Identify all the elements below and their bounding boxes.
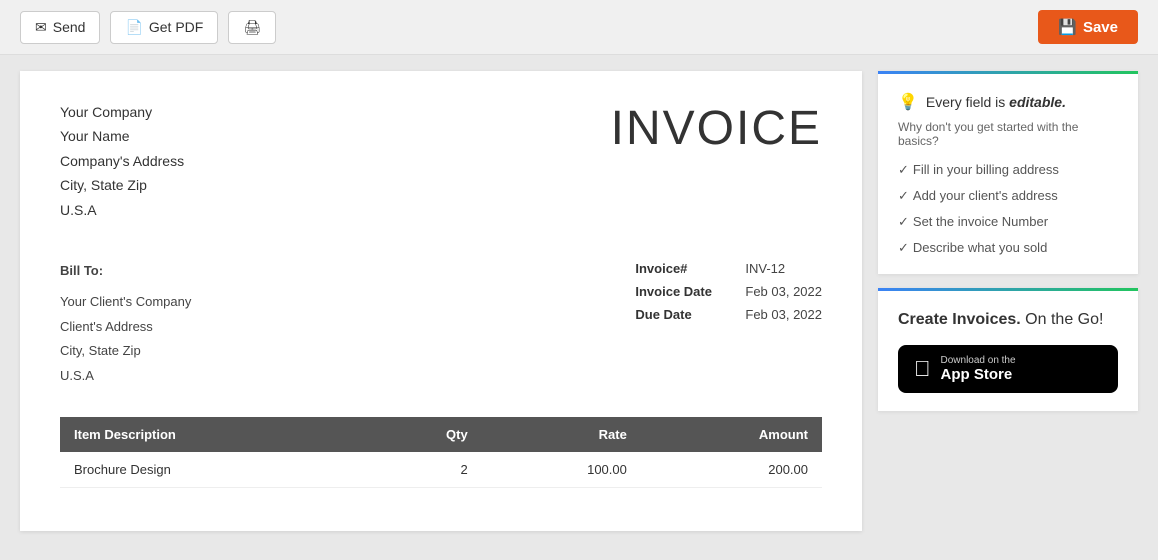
invoice-number-label: Invoice# [635,261,725,276]
app-heading-strong: Create Invoices. [898,311,1021,328]
client-country[interactable]: U.S.A [60,366,191,387]
client-company[interactable]: Your Client's Company [60,292,191,313]
tip-heading: 💡 Every field is editable. [898,92,1118,112]
pdf-icon: 📄 [125,19,142,36]
tips-card: 💡 Every field is editable. Why don't you… [878,71,1138,274]
client-address[interactable]: Client's Address [60,317,191,338]
company-name[interactable]: Your Company [60,101,184,123]
app-heading: Create Invoices. On the Go! [898,309,1118,331]
tip-item: ✓Describe what you sold [898,240,1118,256]
check-icon: ✓ [898,162,909,177]
tip-heading-normal: Every field is [926,94,1005,110]
company-contact[interactable]: Your Name [60,125,184,147]
store-text: Download on the App Store [941,355,1016,383]
due-date-label: Due Date [635,307,725,322]
sidebar: 💡 Every field is editable. Why don't you… [878,71,1138,411]
app-store-label: App Store [941,366,1016,383]
tip-item: ✓Add your client's address [898,188,1118,204]
apple-icon:  [914,356,931,382]
row-amount[interactable]: 200.00 [641,452,822,488]
client-city[interactable]: City, State Zip [60,341,191,362]
send-label: Send [53,19,86,35]
invoice-header: Your Company Your Name Company's Address… [60,101,822,221]
bulb-icon: 💡 [898,92,918,112]
bill-to: Bill To: Your Client's Company Client's … [60,261,191,387]
save-icon: 💾 [1058,18,1077,36]
print-icon: 🖨 [243,19,261,36]
toolbar: ✉ Send 📄 Get PDF 🖨 💾 Save [0,0,1158,55]
due-date-value[interactable]: Feb 03, 2022 [745,307,822,322]
download-on-label: Download on the [941,355,1016,366]
bill-to-label: Bill To: [60,261,191,282]
main-content: Your Company Your Name Company's Address… [0,55,1158,560]
row-qty[interactable]: 2 [365,452,482,488]
col-rate: Rate [482,417,641,452]
company-city[interactable]: City, State Zip [60,174,184,196]
invoice-title: INVOICE [611,101,822,156]
send-icon: ✉ [35,19,47,36]
company-country[interactable]: U.S.A [60,199,184,221]
check-icon: ✓ [898,188,909,203]
tip-heading-bold: editable. [1009,94,1066,110]
billing-section: Bill To: Your Client's Company Client's … [60,261,822,387]
company-address[interactable]: Company's Address [60,150,184,172]
invoice-panel: Your Company Your Name Company's Address… [20,71,862,531]
invoice-date-label: Invoice Date [635,284,725,299]
table-row: Brochure Design 2 100.00 200.00 [60,452,822,488]
invoice-date-value[interactable]: Feb 03, 2022 [745,284,822,299]
invoice-date-row: Invoice Date Feb 03, 2022 [635,284,822,299]
company-info: Your Company Your Name Company's Address… [60,101,184,221]
save-button[interactable]: 💾 Save [1038,10,1138,44]
col-amount: Amount [641,417,822,452]
row-description[interactable]: Brochure Design [60,452,365,488]
invoice-details: Invoice# INV-12 Invoice Date Feb 03, 202… [635,261,822,387]
col-description: Item Description [60,417,365,452]
tip-text: Every field is editable. [926,94,1066,110]
send-button[interactable]: ✉ Send [20,11,100,44]
save-label: Save [1083,19,1118,36]
tip-item: ✓Fill in your billing address [898,162,1118,178]
app-heading-rest: On the Go! [1021,311,1104,328]
tip-subtitle: Why don't you get started with the basic… [898,120,1118,148]
get-pdf-button[interactable]: 📄 Get PDF [110,11,218,44]
invoice-number-row: Invoice# INV-12 [635,261,822,276]
invoice-number-value[interactable]: INV-12 [745,261,785,276]
col-qty: Qty [365,417,482,452]
table-body: Brochure Design 2 100.00 200.00 [60,452,822,488]
check-icon: ✓ [898,240,909,255]
app-card: Create Invoices. On the Go!  Download o… [878,288,1138,411]
tip-list: ✓Fill in your billing address ✓Add your c… [898,162,1118,256]
get-pdf-label: Get PDF [149,19,203,35]
tip-item: ✓Set the invoice Number [898,214,1118,230]
due-date-row: Due Date Feb 03, 2022 [635,307,822,322]
toolbar-left: ✉ Send 📄 Get PDF 🖨 [20,11,276,44]
app-store-button[interactable]:  Download on the App Store [898,345,1118,393]
table-header: Item Description Qty Rate Amount [60,417,822,452]
items-table: Item Description Qty Rate Amount Brochur… [60,417,822,488]
row-rate[interactable]: 100.00 [482,452,641,488]
check-icon: ✓ [898,214,909,229]
print-button[interactable]: 🖨 [228,11,276,44]
